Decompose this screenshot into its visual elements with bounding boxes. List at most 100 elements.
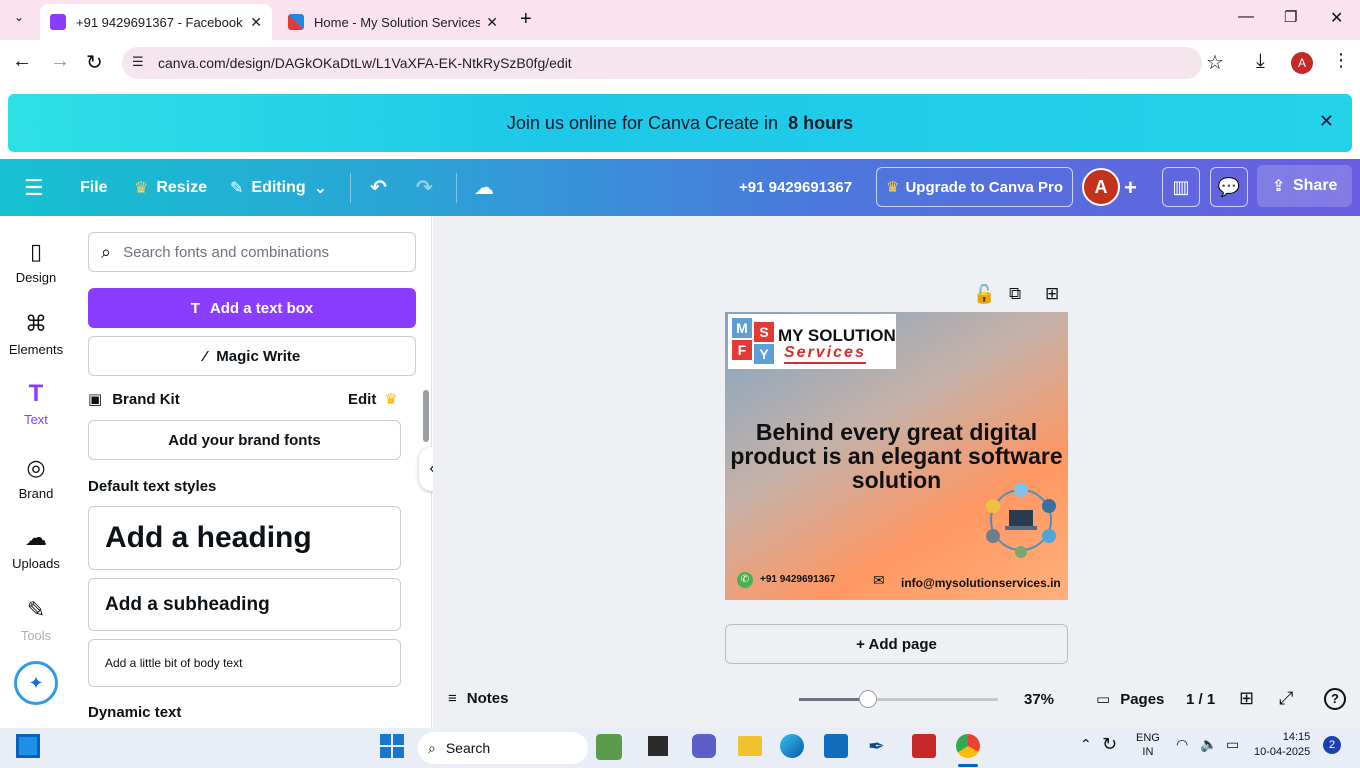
- add-brand-fonts-button[interactable]: Add your brand fonts: [88, 420, 401, 460]
- redo-icon[interactable]: ↷: [416, 159, 433, 216]
- zoom-slider-handle[interactable]: [859, 690, 877, 708]
- rail-item-uploads[interactable]: ☁ Uploads: [0, 525, 72, 572]
- text-panel: ⌕ Search fonts and combinations T Add a …: [72, 216, 432, 728]
- sync-icon[interactable]: ↻: [1102, 734, 1117, 755]
- maximize-icon[interactable]: ❐: [1284, 8, 1297, 26]
- file-menu-button[interactable]: File: [80, 159, 108, 216]
- design-title[interactable]: +91 9429691367: [739, 159, 852, 216]
- close-window-icon[interactable]: ✕: [1330, 8, 1343, 28]
- pages-button[interactable]: ▭ Pages: [1096, 690, 1164, 709]
- add-text-box-button[interactable]: T Add a text box: [88, 288, 416, 328]
- file-explorer-icon[interactable]: [738, 736, 762, 756]
- rail-item-design[interactable]: ▯ Design: [0, 240, 72, 286]
- forward-icon[interactable]: →: [50, 50, 70, 73]
- edge-icon[interactable]: [780, 734, 804, 758]
- menu-icon[interactable]: ☰: [24, 159, 44, 216]
- store-icon[interactable]: [824, 734, 848, 758]
- start-icon[interactable]: [380, 734, 404, 758]
- download-icon[interactable]: ⤓: [1256, 50, 1265, 73]
- upgrade-pro-button[interactable]: ♛ Upgrade to Canva Pro: [876, 167, 1073, 207]
- rail-label: Design: [15, 270, 57, 285]
- logo-letter: Y: [754, 344, 774, 364]
- magic-assistant-icon[interactable]: ✦: [14, 661, 58, 705]
- cloud-save-icon[interactable]: ☁: [474, 159, 494, 216]
- add-page-icon[interactable]: ⊞: [1045, 284, 1059, 304]
- back-icon[interactable]: ←: [12, 50, 32, 73]
- help-icon[interactable]: ?: [1324, 688, 1346, 710]
- user-avatar[interactable]: A: [1082, 168, 1120, 206]
- tab-list-icon[interactable]: ⌄: [8, 10, 30, 30]
- notes-button[interactable]: ≡ Notes: [448, 690, 508, 707]
- chevron-up-icon[interactable]: ⌃: [1080, 736, 1092, 753]
- rail-item-elements[interactable]: ⌘ Elements: [0, 312, 72, 358]
- brand-icon: ◎: [26, 455, 46, 480]
- app-icon[interactable]: [912, 734, 936, 758]
- design-page[interactable]: M S F Y MY SOLUTION Services Behind ever…: [725, 312, 1068, 600]
- undo-icon[interactable]: ↶: [370, 159, 387, 216]
- rail-label: Uploads: [12, 556, 60, 571]
- font-search-field[interactable]: ⌕ Search fonts and combinations: [88, 232, 416, 272]
- zoom-level[interactable]: 37%: [1024, 691, 1054, 708]
- bookmark-star-icon[interactable]: ☆: [1206, 50, 1224, 75]
- promo-banner: Join us online for Canva Create in 8 hou…: [8, 94, 1352, 152]
- site-info-icon[interactable]: ☰: [132, 54, 144, 70]
- clock[interactable]: 14:15 10-04-2025: [1254, 730, 1310, 760]
- date-label: 10-04-2025: [1254, 746, 1311, 758]
- lock-icon[interactable]: 🔓: [973, 284, 995, 305]
- uploads-icon: ☁: [25, 525, 47, 550]
- add-page-button[interactable]: + Add page: [725, 624, 1068, 664]
- wifi-icon[interactable]: ◠: [1176, 736, 1188, 753]
- zoom-slider[interactable]: [799, 690, 998, 708]
- more-menu-icon[interactable]: ⋮: [1332, 50, 1350, 71]
- scrollbar-thumb[interactable]: [423, 390, 429, 442]
- add-subheading-button[interactable]: Add a subheading: [88, 578, 401, 631]
- body-label: Add a little bit of body text: [105, 656, 243, 670]
- close-tab-icon[interactable]: ✕: [250, 14, 262, 31]
- fullscreen-icon[interactable]: ⤢: [1279, 688, 1293, 709]
- magic-write-button[interactable]: ⁄ Magic Write: [88, 336, 416, 376]
- time-label: 14:15: [1282, 731, 1311, 743]
- panel-scrollbar[interactable]: [423, 378, 429, 718]
- close-tab-icon[interactable]: ✕: [486, 14, 498, 31]
- add-heading-button[interactable]: Add a heading: [88, 506, 401, 570]
- logo-name: MY SOLUTION: [778, 326, 896, 345]
- rail-item-tools[interactable]: ✎ Tools: [0, 598, 72, 644]
- url-field[interactable]: ☰ canva.com/design/DAGkOKaDtLw/L1VaXFA-E…: [122, 47, 1202, 79]
- notification-badge[interactable]: 2: [1323, 736, 1341, 754]
- close-banner-icon[interactable]: ✕: [1319, 111, 1334, 132]
- teams-icon[interactable]: [692, 734, 716, 758]
- add-body-text-button[interactable]: Add a little bit of body text: [88, 639, 401, 687]
- browser-tab-active[interactable]: +91 9429691367 - Facebook Po ✕: [40, 4, 272, 40]
- divider: [350, 173, 351, 203]
- volume-icon[interactable]: 🔈: [1200, 736, 1217, 753]
- task-view-icon[interactable]: [648, 736, 668, 756]
- widgets-icon[interactable]: [16, 734, 40, 758]
- browser-tab[interactable]: Home - My Solution Services ✕: [278, 4, 508, 40]
- minimize-icon[interactable]: —: [1238, 8, 1254, 26]
- reload-icon[interactable]: ↻: [86, 50, 103, 75]
- text-icon: T: [28, 380, 44, 407]
- notes-label: Notes: [466, 690, 509, 707]
- comment-icon[interactable]: 💬: [1210, 167, 1248, 207]
- search-icon: ⌕: [101, 241, 112, 262]
- taskbar-search[interactable]: ⌕ Search: [418, 732, 588, 764]
- grid-view-icon[interactable]: ⊞: [1239, 688, 1254, 709]
- brand-kit-edit-button[interactable]: Edit ♛: [348, 390, 398, 409]
- share-button[interactable]: ⇪ Share: [1257, 165, 1352, 207]
- edit-label: Edit: [348, 390, 377, 408]
- rail-item-brand[interactable]: ◎ Brand: [0, 455, 72, 502]
- new-tab-icon[interactable]: +: [520, 8, 532, 31]
- resize-button[interactable]: ♛ Resize: [134, 159, 207, 216]
- crown-icon: ♛: [134, 179, 149, 197]
- app-icon[interactable]: ✒: [868, 734, 892, 758]
- rail-item-text[interactable]: T Text: [0, 380, 72, 428]
- chrome-icon[interactable]: [956, 734, 980, 758]
- duplicate-page-icon[interactable]: ⧉: [1009, 284, 1021, 304]
- battery-icon[interactable]: ▭: [1226, 736, 1239, 753]
- language-indicator[interactable]: ENG IN: [1136, 731, 1160, 759]
- app-icon[interactable]: [596, 734, 622, 760]
- insights-icon[interactable]: ▥: [1162, 167, 1200, 207]
- editing-mode-button[interactable]: ✎ Editing ⌄: [230, 159, 327, 216]
- profile-avatar[interactable]: A: [1291, 52, 1313, 74]
- add-collaborator-icon[interactable]: +: [1124, 159, 1137, 216]
